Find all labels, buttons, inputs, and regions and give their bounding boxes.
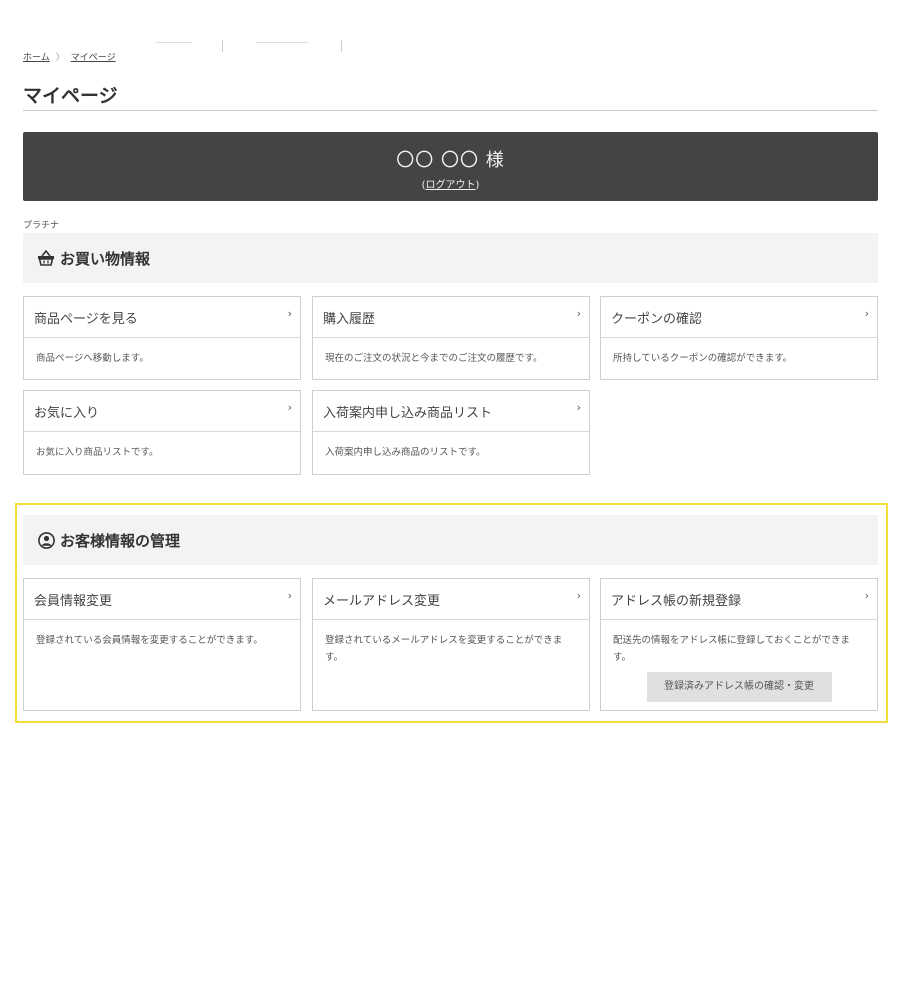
card-coupon[interactable]: クーポンの確認 › 所持しているクーポンの確認ができます。 <box>600 296 878 380</box>
card-member-info[interactable]: 会員情報変更 › 登録されている会員情報を変更することができます。 <box>23 578 301 711</box>
page-title: マイページ <box>23 85 118 107</box>
member-rank: プラチナ <box>23 221 60 231</box>
chevron-right-icon: › <box>576 307 581 320</box>
card-title: 商品ページを見る <box>34 311 138 327</box>
chevron-right-icon: › <box>576 589 581 602</box>
card-purchase-history[interactable]: 購入履歴 › 現在のご注文の状況と今までのご注文の履歴です。 <box>312 296 590 380</box>
card-description: 商品ページへ移動します。 <box>36 353 149 364</box>
breadcrumb-separator: 〉 <box>55 53 65 63</box>
chevron-right-icon: › <box>864 589 869 602</box>
breadcrumb-home-link[interactable]: ホーム <box>23 50 50 63</box>
user-circle-icon <box>37 531 55 549</box>
customer-section-title: お客様情報の管理 <box>60 531 181 550</box>
logout-link[interactable]: ログアウト <box>426 180 476 191</box>
card-description: お気に入り商品リストです。 <box>36 447 159 458</box>
card-title: 購入履歴 <box>323 311 376 327</box>
card-description: 所持しているクーポンの確認ができます。 <box>613 353 793 364</box>
chevron-right-icon: › <box>287 589 292 602</box>
chevron-right-icon: › <box>287 307 292 320</box>
chevron-right-icon: › <box>576 401 581 414</box>
member-banner: 〇〇 〇〇 様 (ログアウト) <box>23 132 878 201</box>
shopping-section-title: お買い物情報 <box>60 249 151 268</box>
logout-paren-close: ) <box>475 180 480 191</box>
title-divider <box>23 110 878 111</box>
card-title: お気に入り <box>34 405 100 421</box>
card-address-book[interactable]: アドレス帳の新規登録 › 配送先の情報をアドレス帳に登録しておくことができます。 … <box>600 578 878 711</box>
card-product-page[interactable]: 商品ページを見る › 商品ページへ移動します。 <box>23 296 301 380</box>
card-description: 現在のご注文の状況と今までのご注文の履歴です。 <box>325 353 543 364</box>
breadcrumb: ホーム 〉 マイページ <box>23 50 116 63</box>
shopping-section-heading: お買い物情報 <box>23 233 878 283</box>
logout-wrapper: (ログアウト) <box>422 176 480 191</box>
card-title: 会員情報変更 <box>34 593 113 609</box>
card-title: アドレス帳の新規登録 <box>611 593 742 609</box>
card-favorites[interactable]: お気に入り › お気に入り商品リストです。 <box>23 390 301 475</box>
card-description: 配送先の情報をアドレス帳に登録しておくことができます。 <box>613 635 850 663</box>
card-email-change[interactable]: メールアドレス変更 › 登録されているメールアドレスを変更することができます。 <box>312 578 590 711</box>
address-book-manage-button[interactable]: 登録済みアドレス帳の確認・変更 <box>646 672 832 702</box>
card-title: メールアドレス変更 <box>323 593 441 609</box>
card-title: クーポンの確認 <box>611 311 703 327</box>
card-title: 入荷案内申し込み商品リスト <box>323 405 493 421</box>
basket-icon <box>37 249 55 267</box>
card-description: 登録されているメールアドレスを変更することができます。 <box>325 635 563 663</box>
customer-section-heading: お客様情報の管理 <box>23 515 878 565</box>
card-description: 入荷案内申し込み商品のリストです。 <box>325 447 486 458</box>
member-name: 〇〇 〇〇 様 <box>396 150 505 171</box>
chevron-right-icon: › <box>287 401 292 414</box>
card-description: 登録されている会員情報を変更することができます。 <box>36 635 263 646</box>
card-restock-list[interactable]: 入荷案内申し込み商品リスト › 入荷案内申し込み商品のリストです。 <box>312 390 590 475</box>
breadcrumb-mypage-link[interactable]: マイページ <box>71 50 116 63</box>
header-remnant <box>148 40 368 52</box>
chevron-right-icon: › <box>864 307 869 320</box>
